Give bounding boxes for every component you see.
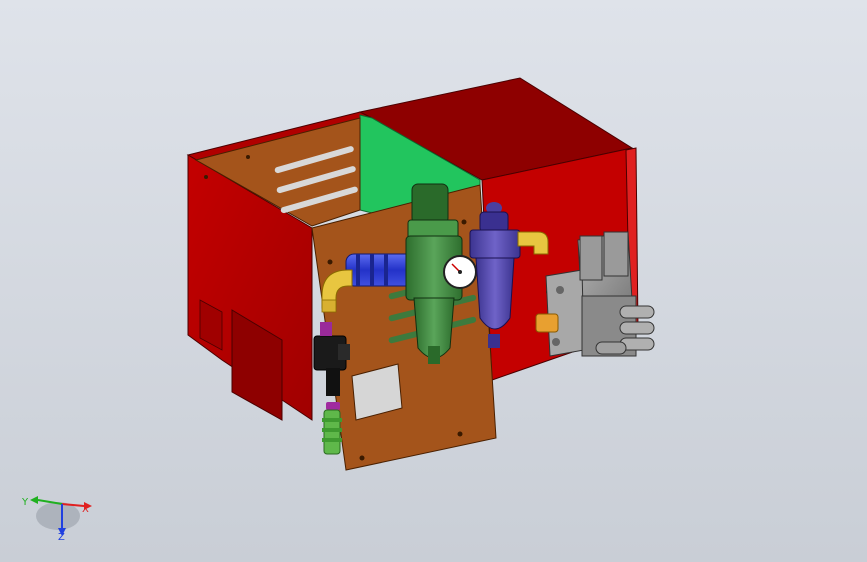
manifold-brass-inlet [535, 313, 559, 333]
model-canvas[interactable]: X Y Z [0, 0, 867, 562]
orientation-triad[interactable]: X Y Z [21, 496, 92, 543]
3d-viewport[interactable]: X Y Z [0, 0, 867, 562]
triad-z-label: Z [58, 532, 65, 543]
triad-y-label: Y [21, 497, 29, 508]
triad-x-label: X [82, 504, 89, 515]
